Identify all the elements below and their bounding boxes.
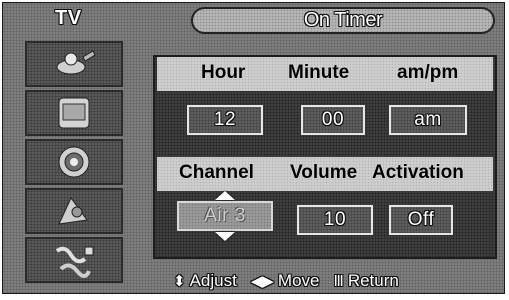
picture-menu-icon[interactable]: [25, 41, 123, 87]
on-timer-panel: Hour Minute am/pm 12 00 am Channel Volum…: [153, 55, 497, 259]
input-menu-icon[interactable]: [25, 237, 123, 283]
channel-field[interactable]: Air 3: [177, 201, 273, 231]
volume-header: Volume: [290, 162, 358, 183]
hour-field[interactable]: 12: [187, 105, 263, 135]
adjust-up-arrow-icon[interactable]: [215, 191, 235, 200]
ampm-value: am: [414, 109, 442, 130]
activation-field[interactable]: Off: [389, 205, 453, 235]
hour-header: Hour: [201, 62, 246, 83]
menu-title-bar: On Timer: [191, 7, 495, 34]
adjust-down-arrow-icon[interactable]: [215, 232, 235, 241]
osd-screen: TV On Timer Hour Minute am/pm 12 00 am C…: [2, 2, 505, 294]
menu-icon-column: [25, 41, 123, 287]
volume-field[interactable]: 10: [297, 205, 373, 235]
activation-value: Off: [407, 209, 435, 230]
ampm-field[interactable]: am: [389, 105, 467, 135]
channel-menu-icon[interactable]: [25, 139, 123, 185]
help-return: Ⅲ Return: [333, 271, 398, 291]
help-return-label: Return: [347, 271, 399, 290]
help-move: ◀▶ Move: [251, 271, 320, 291]
menu-button-icon: Ⅲ: [333, 273, 344, 290]
help-adjust-label: Adjust: [189, 271, 237, 290]
page-title: On Timer: [303, 9, 383, 31]
hour-value: 12: [213, 109, 237, 130]
time-header-row: Hour Minute am/pm: [157, 57, 493, 91]
source-label: TV: [55, 7, 82, 29]
help-adjust: ⬍ Adjust: [173, 271, 237, 291]
settings-header-row: Channel Volume Activation: [157, 157, 493, 191]
help-move-label: Move: [277, 271, 320, 290]
minute-header: Minute: [288, 62, 350, 83]
channel-value: Air 3: [204, 205, 246, 226]
activation-header: Activation: [372, 162, 464, 183]
help-bar: ⬍ Adjust ◀▶ Move Ⅲ Return: [153, 269, 504, 293]
ampm-header: am/pm: [397, 62, 459, 83]
leftright-arrow-icon: ◀▶: [250, 273, 274, 290]
sound-menu-icon[interactable]: [25, 90, 123, 136]
minute-field[interactable]: 00: [301, 105, 365, 135]
setup-menu-icon[interactable]: [25, 188, 123, 234]
channel-header: Channel: [179, 162, 254, 183]
volume-value: 10: [323, 209, 347, 230]
minute-value: 00: [321, 109, 345, 130]
updown-arrow-icon: ⬍: [173, 273, 186, 290]
